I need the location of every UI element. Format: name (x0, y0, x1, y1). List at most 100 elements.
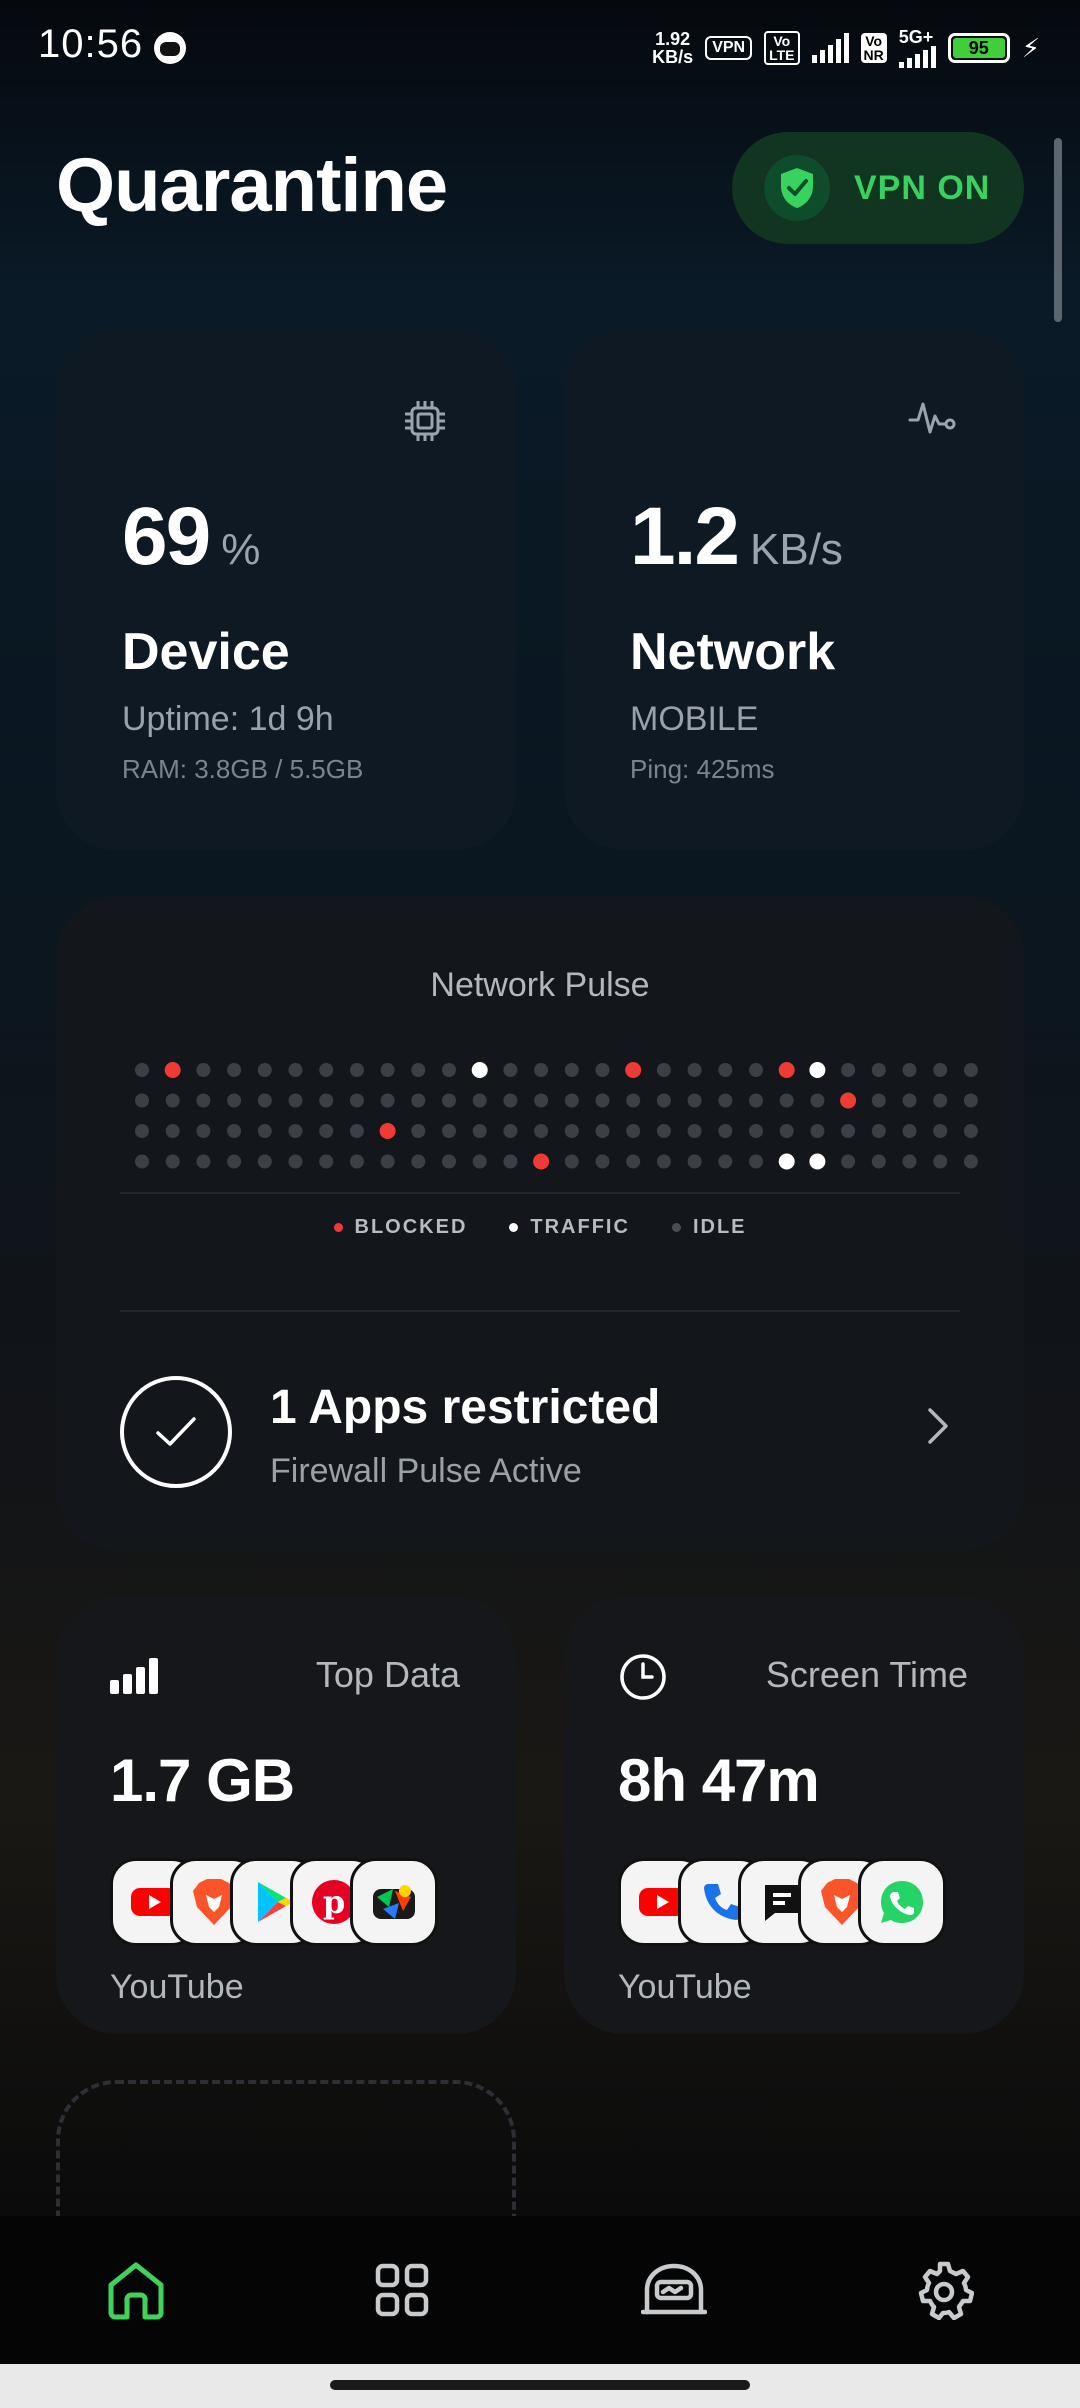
nav-settings[interactable] (908, 2254, 980, 2326)
pulse-dot-idle (288, 1124, 303, 1138)
pulse-dot-idle (503, 1154, 518, 1169)
pulse-dot-idle (656, 1124, 671, 1138)
network-type: 5G+ (898, 27, 934, 47)
network-ping: Ping: 425ms (630, 754, 775, 784)
pulse-dot-idle (626, 1154, 641, 1169)
clock-icon (618, 1652, 668, 1707)
nav-home[interactable] (100, 2254, 172, 2326)
nav-activity[interactable] (638, 2254, 710, 2326)
network-card[interactable]: 1.2 KB/s Network MOBILE Ping: 425ms (564, 330, 1024, 850)
pulse-dot-idle (534, 1093, 549, 1108)
pulse-dot-idle (135, 1063, 149, 1077)
pulse-dot-idle (595, 1063, 610, 1077)
pulse-dot-idle (902, 1154, 917, 1169)
pulse-title: Network Pulse (430, 966, 650, 1004)
pulse-dot-idle (656, 1093, 671, 1108)
pulse-dot-idle (933, 1154, 948, 1169)
pulse-dot-idle (963, 1063, 978, 1077)
pulse-dot-idle (442, 1063, 456, 1077)
device-title: Device (122, 623, 290, 681)
vpn-status-label: VPN ON (854, 168, 991, 207)
svg-text:p: p (323, 1883, 345, 1921)
legend-traffic: TRAFFIC (509, 1216, 630, 1239)
pulse-dot-idle (196, 1124, 211, 1138)
pulse-dot-idle (564, 1124, 579, 1138)
pulse-dot-idle (687, 1124, 702, 1138)
pulse-dot-idle (626, 1124, 641, 1138)
pulse-dot-traffic (471, 1062, 488, 1078)
pulse-dot-idle (227, 1154, 242, 1169)
pulse-dot-idle (227, 1124, 242, 1138)
pulse-dot-traffic (809, 1062, 826, 1078)
network-title: Network (630, 623, 836, 681)
legend-blocked-dot (333, 1223, 343, 1232)
pulse-dot-idle (595, 1124, 610, 1138)
pulse-dot-idle (380, 1093, 395, 1108)
pulse-dot-idle (779, 1124, 794, 1138)
pulse-dot-idle (349, 1063, 364, 1077)
device-ram: RAM: 3.8GB / 5.5GB (122, 754, 364, 784)
pulse-dot-idle (257, 1093, 272, 1108)
pulse-dot-idle (319, 1063, 334, 1077)
pulse-dot-idle (319, 1093, 334, 1108)
pulse-dot-traffic (809, 1153, 826, 1170)
pulse-dot-idle (810, 1124, 825, 1138)
pulse-dot-idle (503, 1063, 518, 1077)
pulse-dot-idle (687, 1063, 702, 1077)
pulse-dot-idle (411, 1124, 426, 1138)
device-uptime: Uptime: 1d 9h (122, 700, 334, 738)
legend-idle-dot (671, 1223, 681, 1232)
pulse-dot-idle (718, 1124, 733, 1138)
status-time: 10:56 (38, 22, 144, 66)
network-speed-value: 1.2 KB/s (630, 491, 843, 582)
grid-icon (375, 2263, 429, 2317)
pulse-dot-idle (135, 1124, 149, 1138)
pulse-dot-idle (749, 1124, 763, 1138)
gesture-handle[interactable] (330, 2380, 750, 2390)
network-speed-unit: KB/s (750, 525, 843, 574)
pulse-dot-idle (349, 1124, 364, 1138)
check-circle-icon (120, 1376, 232, 1488)
speed-value: 1.92 (655, 29, 691, 49)
pulse-dot-idle (564, 1154, 579, 1169)
pulse-dot-blocked (533, 1153, 550, 1170)
top-data-app-stack: p (110, 1858, 438, 1946)
volte-indicator: Vo LTE (764, 31, 800, 65)
vpn-indicator: VPN (705, 36, 753, 60)
notification-ghost-icon (154, 32, 186, 64)
pulse-dot-idle (595, 1154, 610, 1169)
pulse-dot-idle (442, 1124, 456, 1138)
pulse-dot-idle (349, 1093, 364, 1108)
pulse-legend: BLOCKED TRAFFIC IDLE (56, 1216, 1024, 1239)
device-card[interactable]: 69% Device Uptime: 1d 9h RAM: 3.8GB / 5.… (56, 330, 516, 850)
legend-blocked: BLOCKED (333, 1216, 468, 1239)
pulse-dot-idle (871, 1093, 886, 1108)
pulse-dot-idle (687, 1154, 702, 1169)
pulse-dot-idle (963, 1154, 978, 1169)
pulse-dot-idle (871, 1124, 886, 1138)
pulse-dot-idle (227, 1063, 242, 1077)
pulse-dot-idle (626, 1093, 641, 1108)
status-bar: 10:56 1.92 KB/s VPN Vo LTE Vo NR 5G+ 95 … (0, 0, 1080, 100)
pulse-dot-idle (718, 1093, 733, 1108)
pulse-dot-idle (902, 1063, 917, 1077)
pulse-dot-idle (933, 1063, 948, 1077)
scrollbar[interactable] (1054, 138, 1062, 322)
pulse-dot-idle (411, 1093, 426, 1108)
pulse-dot-idle (257, 1154, 272, 1169)
restricted-apps-row[interactable]: 1 Apps restricted Firewall Pulse Active (120, 1366, 960, 1496)
pulse-dot-idle (288, 1063, 303, 1077)
screen-time-card[interactable]: Screen Time 8h 47m YouTube (564, 1596, 1024, 2034)
pulse-dot-idle (165, 1124, 180, 1138)
nav-apps[interactable] (366, 2254, 438, 2326)
restricted-apps-title: 1 Apps restricted (270, 1381, 661, 1434)
device-usage-value: 69% (122, 491, 261, 582)
gesture-area (0, 2364, 1080, 2408)
battery-icon: 95 (947, 33, 1010, 63)
vpn-toggle-button[interactable]: VPN ON (732, 132, 1024, 244)
top-data-card[interactable]: Top Data 1.7 GB p YouTube (56, 1596, 516, 2034)
pulse-dot-idle (933, 1093, 948, 1108)
page-title: Quarantine (56, 143, 448, 228)
pulse-dot-blocked (379, 1123, 396, 1139)
screen-time-title: Screen Time (765, 1654, 968, 1695)
